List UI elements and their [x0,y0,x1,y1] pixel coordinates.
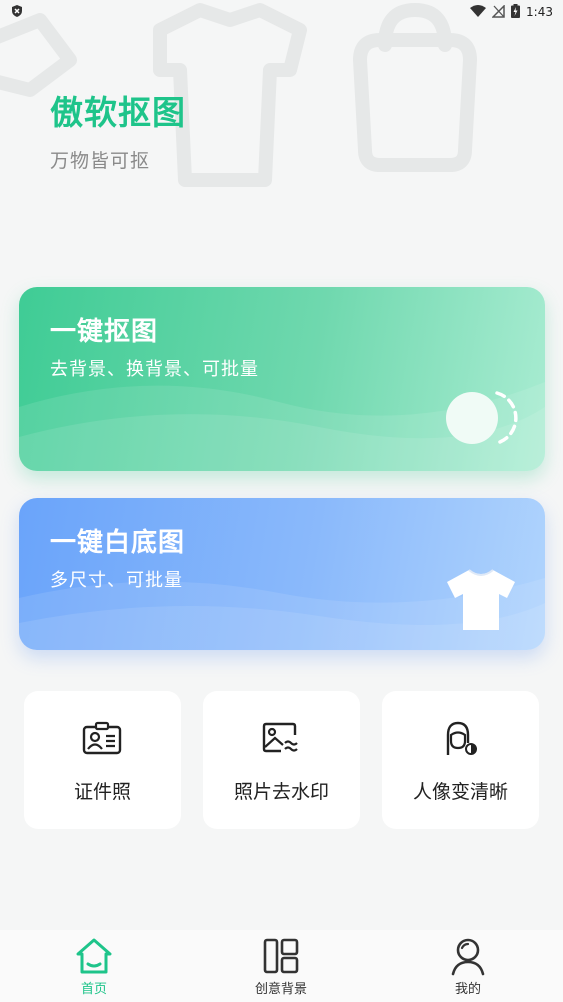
app-title: 傲软抠图 [50,93,186,132]
battery-charging-icon [511,3,521,22]
app-subtitle: 万物皆可抠 [50,150,151,172]
tab-me[interactable]: 我的 [398,930,538,1002]
shield-icon [10,3,24,22]
cutout-card-title: 一键抠图 [50,317,159,347]
tshirt-icon [447,569,515,630]
status-time: 1:43 [526,5,553,19]
white-background-card[interactable]: 一键白底图 多尺寸、可批量 [19,498,545,650]
layout-icon [263,938,299,974]
signal-off-icon [491,3,505,22]
tool-id-photo-label: 证件照 [73,781,131,803]
id-card-icon [82,721,122,755]
wifi-icon [470,3,487,22]
tool-id-photo[interactable]: 证件照 [24,691,181,829]
tool-portrait-enhance[interactable]: 人像变清晰 [382,691,539,829]
tab-creative-background[interactable]: 创意背景 [211,930,351,1002]
image-watermark-icon [262,722,298,753]
white-background-card-title: 一键白底图 [50,528,186,558]
toggle-circle-icon [446,391,518,445]
portrait-enhance-icon [446,721,477,755]
bottom-tab-bar: 首页 创意背景 我的 [0,930,563,1002]
tool-remove-watermark-label: 照片去水印 [233,781,329,803]
tab-home-label: 首页 [80,982,107,997]
tab-creative-background-label: 创意背景 [254,982,307,997]
tool-remove-watermark[interactable]: 照片去水印 [203,691,360,829]
tab-home[interactable]: 首页 [24,930,164,1002]
cutout-card-subtitle: 去背景、换背景、可批量 [50,359,259,380]
tab-me-label: 我的 [454,982,481,997]
white-background-card-subtitle: 多尺寸、可批量 [50,570,183,591]
status-bar: 1:43 [0,0,563,24]
tool-portrait-enhance-label: 人像变清晰 [412,781,508,803]
home-icon [76,938,112,974]
user-icon [451,938,485,976]
cutout-card[interactable]: 一键抠图 去背景、换背景、可批量 [19,287,545,471]
